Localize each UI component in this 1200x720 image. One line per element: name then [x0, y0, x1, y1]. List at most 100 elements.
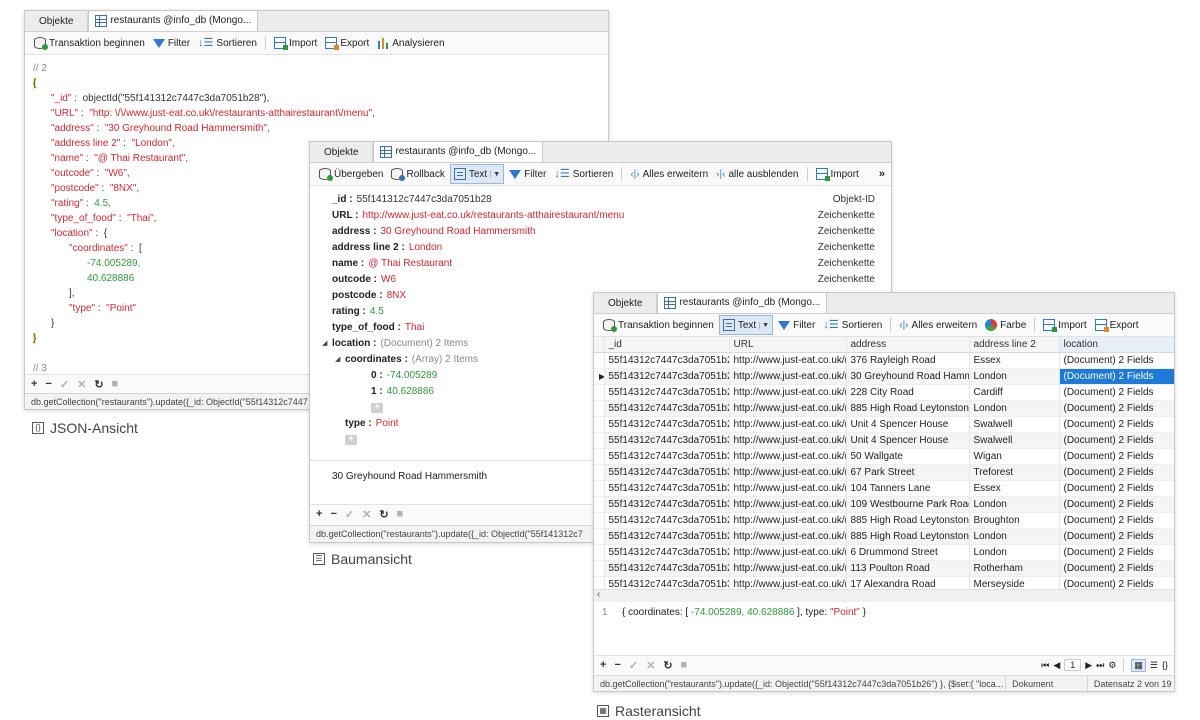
grid-cell[interactable]: http://www.just-eat.co.uk/r — [729, 528, 847, 545]
grid-cell[interactable]: http://www.just-eat.co.uk/r — [729, 496, 847, 513]
grid-cell[interactable]: http://www.just-eat.co.uk/r — [729, 464, 847, 481]
column-header[interactable]: _id — [604, 337, 730, 353]
grid-cell[interactable]: 67 Park Street — [846, 464, 970, 481]
column-header[interactable]: address line 2 — [969, 337, 1060, 353]
grid-cell[interactable]: London — [969, 544, 1060, 561]
next-page-icon[interactable]: ▶ — [1085, 660, 1092, 671]
export-button[interactable]: Export — [1092, 316, 1142, 334]
grid-cell[interactable]: London — [969, 400, 1060, 417]
add-icon[interactable]: + — [316, 508, 322, 520]
table-row[interactable]: 55f14312c7447c3da7051b2c http://www.just-… — [594, 528, 1174, 545]
row-indicator[interactable] — [594, 400, 605, 417]
grid-cell[interactable]: 55f14312c7447c3da7051b32 — [604, 448, 730, 465]
grid-cell[interactable]: 55f14312c7447c3da7051b2e — [604, 400, 730, 417]
row-indicator[interactable] — [594, 432, 605, 449]
tab-restaurants[interactable]: restaurants @info_db (Mongo... — [88, 11, 259, 31]
add-field-icon[interactable]: + — [345, 435, 357, 445]
expand-all-button[interactable]: ‹|› Alles erweitern — [627, 165, 711, 183]
grid-cell[interactable]: Swalwell — [969, 416, 1060, 433]
more-tools-icon[interactable]: » — [879, 168, 885, 180]
grid-cell[interactable]: Wigan — [969, 448, 1060, 465]
tab-restaurants[interactable]: restaurants @info_db (Mongo... — [373, 142, 544, 162]
export-button[interactable]: Export — [322, 34, 372, 52]
grid-cell[interactable]: Unit 4 Spencer House — [846, 416, 970, 433]
tree-row[interactable]: name : @ Thai Restaurant Zeichenkette — [310, 256, 891, 272]
tree-row[interactable]: outcode : W6 Zeichenkette — [310, 272, 891, 288]
grid-cell[interactable]: Swalwell — [969, 432, 1060, 449]
grid-cell[interactable]: 50 Wallgate — [846, 448, 970, 465]
grid-cell[interactable]: http://www.just-eat.co.uk/r — [729, 384, 847, 401]
table-row[interactable]: 55f14312c7447c3da7051b2e http://www.just-… — [594, 400, 1174, 417]
grid-cell[interactable]: (Document) 2 Fields — [1059, 512, 1174, 529]
grid-cell[interactable]: http://www.just-eat.co.uk/r — [729, 560, 847, 577]
grid-cell[interactable]: (Document) 2 Fields — [1059, 528, 1174, 545]
grid-cell[interactable]: http://www.just-eat.co.uk/r — [729, 480, 847, 497]
row-indicator[interactable] — [594, 416, 605, 433]
grid-cell[interactable]: (Document) 2 Fields — [1059, 544, 1174, 561]
text-view-button[interactable]: Text ▼ — [718, 315, 774, 335]
first-page-icon[interactable]: ⏮ — [1041, 660, 1049, 671]
grid-cell[interactable]: 55f14312c7447c3da7051b2a — [604, 512, 730, 529]
grid-cell[interactable]: London — [969, 368, 1060, 385]
grid-cell[interactable]: http://www.just-eat.co.uk/r — [729, 512, 847, 529]
grid-cell[interactable]: 104 Tanners Lane — [846, 480, 970, 497]
remove-icon[interactable]: − — [330, 508, 336, 520]
table-row[interactable]: 55f14312c7447c3da7051b2a http://www.just-… — [594, 512, 1174, 529]
grid-cell[interactable]: 55f14312c7447c3da7051b35 — [604, 576, 730, 589]
grid-cell[interactable]: 55f14312c7447c3da7051b2c — [604, 528, 730, 545]
table-row[interactable]: 55f14312c7447c3da7051b30 http://www.just-… — [594, 432, 1174, 449]
filter-button[interactable]: Filter — [775, 316, 818, 334]
tab-objects[interactable]: Objekte — [594, 295, 658, 313]
grid-cell[interactable]: 55f14312c7447c3da7051b33 — [604, 480, 730, 497]
row-indicator[interactable] — [594, 448, 605, 465]
sort-button[interactable]: ↓☰ Sortieren — [195, 34, 260, 52]
grid-cell[interactable]: 55f14312c7447c3da7051b28 — [604, 368, 730, 385]
scroll-left-icon[interactable]: ‹ — [597, 589, 600, 600]
grid-cell[interactable]: http://www.just-eat.co.uk/r — [729, 352, 847, 369]
settings-gear-icon[interactable]: ⚙ — [1108, 660, 1116, 671]
grid-cell[interactable]: Essex — [969, 352, 1060, 369]
begin-transaction-button[interactable]: Transaktion beginnen — [600, 316, 717, 334]
begin-transaction-button[interactable]: Transaktion beginnen — [31, 34, 148, 52]
table-row[interactable]: ▶55f14312c7447c3da7051b28http://www.just… — [594, 368, 1174, 385]
expand-arrow-icon[interactable]: ◢ — [335, 352, 340, 368]
grid-cell[interactable]: 109 Westbourne Park Road — [846, 496, 970, 513]
import-button[interactable]: Import — [271, 34, 320, 52]
grid-cell[interactable]: (Document) 2 Fields — [1059, 352, 1174, 369]
grid-cell[interactable]: Broughton — [969, 512, 1060, 529]
apply-icon[interactable]: ✓ — [345, 508, 354, 521]
stop-icon[interactable]: ■ — [397, 508, 404, 520]
grid-cell[interactable]: 55f14312c7447c3da7051b27 — [604, 352, 730, 369]
column-header[interactable]: address — [846, 337, 970, 353]
discard-icon[interactable]: ✕ — [77, 378, 86, 391]
grid-cell[interactable]: (Document) 2 Fields — [1059, 496, 1174, 513]
grid-cell[interactable]: 55f14312c7447c3da7051b26 — [604, 384, 730, 401]
filter-button[interactable]: Filter — [506, 165, 549, 183]
refresh-icon[interactable]: ↻ — [94, 378, 103, 391]
page-number[interactable]: 1 — [1064, 659, 1082, 671]
grid-cell[interactable]: http://www.just-eat.co.uk/r — [729, 368, 847, 385]
grid-cell[interactable]: 885 High Road Leytonstone — [846, 400, 970, 417]
import-button[interactable]: Import — [1040, 316, 1089, 334]
grid-cell[interactable]: 17 Alexandra Road — [846, 576, 970, 589]
grid-cell[interactable]: 885 High Road Leytonstone — [846, 512, 970, 529]
add-icon[interactable]: + — [31, 378, 37, 390]
grid-cell[interactable]: Cardiff — [969, 384, 1060, 401]
discard-icon[interactable]: ✕ — [646, 659, 655, 672]
grid-cell[interactable]: (Document) 2 Fields — [1059, 432, 1174, 449]
grid-cell[interactable]: http://www.just-eat.co.uk/r — [729, 576, 847, 589]
grid-cell[interactable]: http://www.just-eat.co.uk/r — [729, 544, 847, 561]
table-row[interactable]: 55f14312c7447c3da7051b35 http://www.just-… — [594, 576, 1174, 589]
grid-cell[interactable]: 55f14312c7447c3da7051b2f — [604, 416, 730, 433]
apply-icon[interactable]: ✓ — [60, 378, 69, 391]
grid-cell[interactable]: London — [969, 528, 1060, 545]
chevron-down-icon[interactable]: ▼ — [490, 170, 500, 178]
grid-view-toggle-icon[interactable]: ▦ — [1131, 658, 1146, 672]
expand-all-button[interactable]: ‹|› Alles erweitern — [896, 316, 980, 334]
last-page-icon[interactable]: ⏭ — [1096, 660, 1104, 671]
grid-cell[interactable]: Treforest — [969, 464, 1060, 481]
row-indicator[interactable] — [594, 528, 605, 545]
tree-row[interactable]: address line 2 : London Zeichenkette — [310, 240, 891, 256]
tree-row[interactable]: address :30 Greyhound Road Hammersmith Ze… — [310, 224, 891, 240]
grid-cell[interactable]: Rotherham — [969, 560, 1060, 577]
